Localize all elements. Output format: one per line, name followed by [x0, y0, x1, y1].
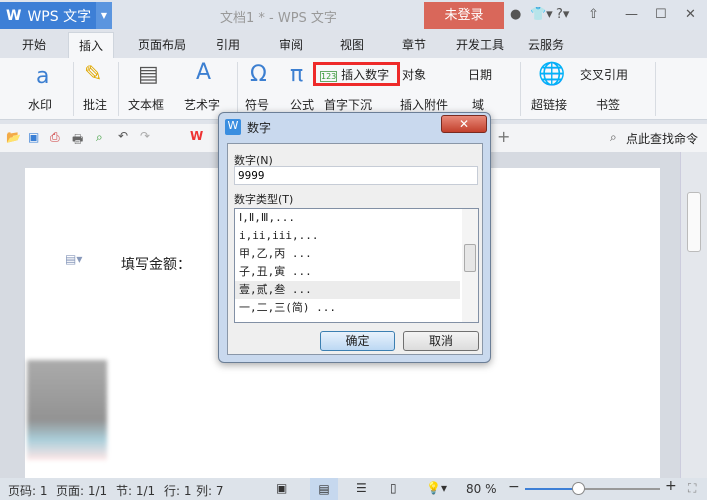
wordart-button[interactable]: 艺术字 — [184, 96, 220, 113]
print-icon[interactable]: 🖶 — [72, 130, 83, 151]
comment-button[interactable]: 批注 — [83, 96, 107, 113]
outline-view-icon[interactable]: ☰ — [356, 481, 367, 495]
close-icon[interactable]: ✕ — [685, 7, 696, 22]
wps-icon[interactable]: W — [190, 129, 203, 143]
highlight-box — [313, 62, 400, 86]
tab-layout[interactable]: 页面布局 — [128, 32, 196, 58]
textbox-button[interactable]: 文本框 — [128, 96, 164, 113]
list-item[interactable]: 一,二,三(简) ... — [235, 299, 478, 317]
pin-icon[interactable]: ⇧ — [588, 7, 599, 22]
number-type-list[interactable]: Ⅰ,Ⅱ,Ⅲ,... i,ii,iii,... 甲,乙,丙 ... 子,丑,寅 .… — [234, 208, 479, 323]
symbol-button[interactable]: 符号 — [245, 96, 269, 113]
app-menu-button[interactable]: W WPS 文字 ▼ — [0, 2, 112, 29]
dropcap-button[interactable]: 首字下沉 — [324, 96, 372, 113]
help-icon[interactable]: ?▾ — [556, 7, 569, 22]
shirt-icon[interactable]: 👕▾ — [530, 7, 553, 22]
vertical-scrollbar[interactable] — [680, 152, 707, 478]
chevron-down-icon[interactable]: ▼ — [96, 2, 112, 29]
wordart-icon: A — [196, 60, 212, 85]
status-page: 页码: 1 — [8, 484, 48, 498]
object-button[interactable]: 对象 — [402, 66, 426, 83]
list-item[interactable]: Ⅰ,Ⅱ,Ⅲ,... — [235, 209, 478, 227]
type-label: 数字类型(T) — [234, 193, 294, 206]
save-icon[interactable]: ▣ — [28, 130, 39, 144]
bookmark-button[interactable]: 书签 — [596, 96, 620, 113]
new-tab-icon[interactable]: + — [497, 127, 510, 146]
dialog-body: 数字(N) 数字类型(T) Ⅰ,Ⅱ,Ⅲ,... i,ii,iii,... 甲,乙… — [227, 143, 483, 355]
redo-icon[interactable]: ↷ — [140, 129, 150, 143]
date-button[interactable]: 日期 — [468, 66, 492, 83]
tab-cloud[interactable]: 云服务 — [518, 32, 574, 58]
login-button[interactable]: 未登录 — [424, 2, 504, 29]
watermark-icon: a — [36, 64, 50, 89]
list-scroll-thumb[interactable] — [464, 244, 476, 272]
status-pages: 页面: 1/1 — [56, 484, 108, 498]
fit-icon[interactable]: ⛶ — [688, 481, 696, 496]
document-text: 填写金额： — [121, 257, 191, 273]
tab-review[interactable]: 审阅 — [269, 32, 313, 58]
paragraph-icon: ▤▾ — [65, 252, 83, 266]
zoom-out-icon[interactable]: − — [508, 479, 520, 495]
status-bar: 页码: 1 页面: 1/1 节: 1/1 行: 1 列: 7 ▣ ▤ ☰ ▯ 💡… — [0, 478, 707, 500]
open-icon[interactable]: 📂 — [6, 130, 21, 144]
formula-icon: π — [290, 62, 304, 87]
zoom-in-icon[interactable]: + — [665, 478, 677, 494]
list-item[interactable]: i,ii,iii,... — [235, 227, 478, 245]
list-scrollbar[interactable] — [462, 209, 478, 322]
attachment-button[interactable]: 插入附件 — [400, 96, 448, 113]
web-view-icon[interactable]: ▯ — [390, 481, 397, 495]
formula-button[interactable]: 公式 — [290, 96, 314, 113]
title-bar: W WPS 文字 ▼ 文档1 * - WPS 文字 未登录 ● 👕▾ ?▾ ⇧ — … — [0, 0, 707, 30]
dialog-close-button[interactable]: ✕ — [441, 115, 487, 133]
number-dialog: W 数字 ✕ 数字(N) 数字类型(T) Ⅰ,Ⅱ,Ⅲ,... i,ii,iii,… — [218, 112, 491, 363]
document-title: 文档1 * - WPS 文字 — [220, 11, 337, 26]
zoom-slider-fill — [525, 488, 578, 490]
zoom-level: 80 % — [466, 482, 497, 496]
hyperlink-button[interactable]: 超链接 — [531, 96, 567, 113]
tab-developer[interactable]: 开发工具 — [446, 32, 514, 58]
number-input[interactable] — [234, 166, 478, 185]
wps-logo-icon: W — [225, 119, 241, 135]
list-item[interactable]: 子,丑,寅 ... — [235, 263, 478, 281]
skin-icon[interactable]: ● — [510, 7, 521, 22]
comment-icon: ✎ — [84, 62, 103, 87]
globe-icon: 🌐 — [538, 62, 566, 87]
list-item-selected[interactable]: 壹,贰,叁 ... — [235, 281, 460, 299]
cancel-button[interactable]: 取消 — [403, 331, 479, 351]
command-search[interactable]: 点此查找命令 — [626, 130, 698, 147]
tab-home[interactable]: 开始 — [12, 32, 56, 58]
dialog-title: 数字 — [247, 121, 272, 135]
preview-icon[interactable]: ⌕ — [96, 130, 103, 145]
wps-logo-icon: W — [6, 7, 22, 24]
tab-insert[interactable]: 插入 — [68, 32, 115, 58]
watermark-button[interactable]: 水印 — [28, 96, 52, 113]
pdf-icon[interactable]: ⎙ — [50, 130, 60, 145]
page-view-icon[interactable]: ▤ — [310, 478, 338, 500]
pixelated-image — [27, 360, 107, 460]
status-line: 行: 1 — [164, 484, 192, 498]
tab-chapter[interactable]: 章节 — [392, 32, 436, 58]
fullscreen-icon[interactable]: ▣ — [276, 481, 287, 495]
field-button[interactable]: 域 — [472, 96, 484, 113]
tab-view[interactable]: 视图 — [330, 32, 374, 58]
symbol-icon: Ω — [250, 62, 267, 87]
ribbon-tabs: 开始 插入 页面布局 引用 审阅 视图 章节 开发工具 云服务 — [0, 32, 707, 58]
search-icon: ⌕ — [610, 130, 617, 144]
tab-references[interactable]: 引用 — [206, 32, 250, 58]
list-item[interactable]: 甲,乙,丙 ... — [235, 245, 478, 263]
zoom-slider-thumb[interactable] — [571, 482, 585, 495]
status-col: 列: 7 — [196, 484, 224, 498]
maximize-icon[interactable]: ☐ — [655, 7, 667, 22]
status-section: 节: 1/1 — [116, 484, 156, 498]
ok-button[interactable]: 确定 — [320, 331, 395, 351]
eye-protect-icon[interactable]: 💡▾ — [426, 481, 447, 495]
zoom-slider[interactable] — [525, 482, 660, 495]
undo-icon[interactable]: ↶ — [118, 129, 128, 143]
app-name: WPS 文字 — [27, 8, 92, 25]
scroll-thumb[interactable] — [687, 192, 701, 252]
minimize-icon[interactable]: — — [625, 7, 638, 22]
crossref-button[interactable]: 交叉引用 — [580, 66, 628, 83]
textbox-icon: ▤ — [138, 62, 159, 87]
